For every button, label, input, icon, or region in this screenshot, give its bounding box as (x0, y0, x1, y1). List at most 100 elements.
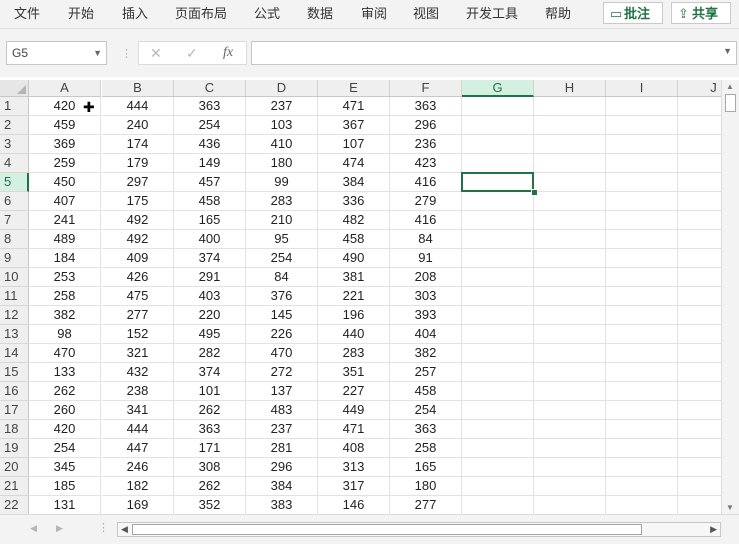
cell-c22[interactable]: 352 (174, 496, 246, 514)
share-button[interactable]: ⇪ 共享 (671, 2, 731, 24)
row-header[interactable]: 18 (0, 420, 29, 439)
cell-e4[interactable]: 474 (318, 154, 390, 173)
cell-j2[interactable] (678, 116, 721, 135)
cell-f17[interactable]: 254 (390, 401, 462, 420)
cell-i6[interactable] (606, 192, 678, 211)
column-header-j[interactable]: J (678, 80, 721, 97)
cell-g14[interactable] (462, 344, 534, 363)
cell-c5[interactable]: 457 (174, 173, 246, 192)
cell-h9[interactable] (534, 249, 606, 268)
cell-d8[interactable]: 95 (246, 230, 318, 249)
scroll-up-icon[interactable]: ▲ (726, 82, 734, 91)
cell-h18[interactable] (534, 420, 606, 439)
vertical-scrollbar[interactable]: ▲ ▼ (721, 80, 739, 514)
cell-f10[interactable]: 208 (390, 268, 462, 287)
cell-c13[interactable]: 495 (174, 325, 246, 344)
cell-f9[interactable]: 91 (390, 249, 462, 268)
column-header-a[interactable]: A (29, 80, 101, 97)
cell-g10[interactable] (462, 268, 534, 287)
cell-j7[interactable] (678, 211, 721, 230)
splitter-icon[interactable]: ⋮ (121, 47, 132, 60)
row-header[interactable]: 12 (0, 306, 29, 325)
cell-d17[interactable]: 483 (246, 401, 318, 420)
cell-h15[interactable] (534, 363, 606, 382)
cell-c1[interactable]: 363 (174, 97, 246, 116)
menu-item[interactable]: 数据 (307, 0, 333, 28)
cell-h20[interactable] (534, 458, 606, 477)
cell-j11[interactable] (678, 287, 721, 306)
cell-b6[interactable]: 175 (102, 192, 174, 211)
cell-b17[interactable]: 341 (102, 401, 174, 420)
worksheet-grid[interactable]: A B C D E F G H I J 1 420 444 363 237 471 363 2 459 240 254 1… (0, 80, 721, 514)
cell-h10[interactable] (534, 268, 606, 287)
cell-j1[interactable] (678, 97, 721, 116)
cell-a5[interactable]: 450 (29, 173, 101, 192)
menu-item[interactable]: 帮助 (545, 0, 571, 28)
cell-j14[interactable] (678, 344, 721, 363)
cell-j5[interactable] (678, 173, 721, 192)
cell-d21[interactable]: 384 (246, 477, 318, 496)
cell-i9[interactable] (606, 249, 678, 268)
scroll-left-icon[interactable]: ◀ (121, 523, 128, 536)
cell-f3[interactable]: 236 (390, 135, 462, 154)
cell-c14[interactable]: 282 (174, 344, 246, 363)
expand-formula-icon[interactable]: ▼ (723, 46, 732, 56)
cell-c8[interactable]: 400 (174, 230, 246, 249)
cell-j20[interactable] (678, 458, 721, 477)
menu-item[interactable]: 开始 (68, 0, 94, 28)
cell-d10[interactable]: 84 (246, 268, 318, 287)
cell-c18[interactable]: 363 (174, 420, 246, 439)
menu-item[interactable]: 开发工具 (466, 0, 518, 28)
column-header-h[interactable]: H (534, 80, 606, 97)
cell-b9[interactable]: 409 (102, 249, 174, 268)
cell-a7[interactable]: 241 (29, 211, 101, 230)
cell-e14[interactable]: 283 (318, 344, 390, 363)
cell-a20[interactable]: 345 (29, 458, 101, 477)
cell-f22[interactable]: 277 (390, 496, 462, 514)
cell-i3[interactable] (606, 135, 678, 154)
horizontal-scrollbar[interactable]: ◀ ▶ (117, 522, 721, 537)
cell-a18[interactable]: 420 (29, 420, 101, 439)
cell-g11[interactable] (462, 287, 534, 306)
cell-f16[interactable]: 458 (390, 382, 462, 401)
cell-j4[interactable] (678, 154, 721, 173)
menu-item[interactable]: 插入 (122, 0, 148, 28)
cell-h21[interactable] (534, 477, 606, 496)
cell-d15[interactable]: 272 (246, 363, 318, 382)
cell-d6[interactable]: 283 (246, 192, 318, 211)
cell-j22[interactable] (678, 496, 721, 514)
cell-h16[interactable] (534, 382, 606, 401)
column-header-e[interactable]: E (318, 80, 390, 97)
menu-item[interactable]: 视图 (413, 0, 439, 28)
cell-e12[interactable]: 196 (318, 306, 390, 325)
cell-a17[interactable]: 260 (29, 401, 101, 420)
cell-i22[interactable] (606, 496, 678, 514)
column-header-d[interactable]: D (246, 80, 318, 97)
cell-g20[interactable] (462, 458, 534, 477)
cell-e3[interactable]: 107 (318, 135, 390, 154)
cell-h19[interactable] (534, 439, 606, 458)
cancel-icon[interactable]: ✕ (150, 42, 162, 64)
cell-i10[interactable] (606, 268, 678, 287)
cell-i2[interactable] (606, 116, 678, 135)
cell-b3[interactable]: 174 (102, 135, 174, 154)
row-header[interactable]: 19 (0, 439, 29, 458)
cell-c6[interactable]: 458 (174, 192, 246, 211)
cell-c10[interactable]: 291 (174, 268, 246, 287)
formula-input[interactable]: ▼ (251, 41, 737, 65)
cell-g4[interactable] (462, 154, 534, 173)
cell-b13[interactable]: 152 (102, 325, 174, 344)
tab-splitter-icon[interactable]: ⋮ (98, 521, 109, 534)
select-all-corner[interactable] (0, 80, 29, 97)
cell-b20[interactable]: 246 (102, 458, 174, 477)
cell-a12[interactable]: 382 (29, 306, 101, 325)
row-header[interactable]: 13 (0, 325, 29, 344)
cell-c7[interactable]: 165 (174, 211, 246, 230)
cell-g9[interactable] (462, 249, 534, 268)
row-header[interactable]: 16 (0, 382, 29, 401)
cell-j21[interactable] (678, 477, 721, 496)
cell-f5[interactable]: 416 (390, 173, 462, 192)
cell-j16[interactable] (678, 382, 721, 401)
cell-a2[interactable]: 459 (29, 116, 101, 135)
comments-button[interactable]: ▭ 批注 (603, 2, 663, 24)
